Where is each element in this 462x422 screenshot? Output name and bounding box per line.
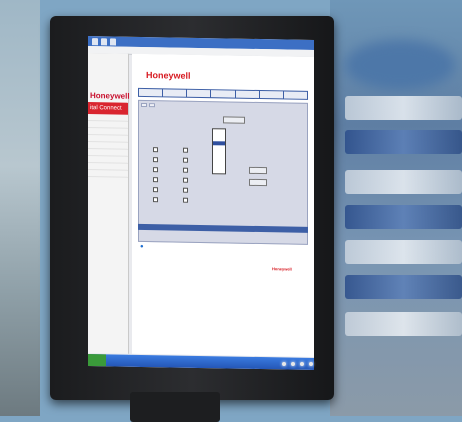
checkbox-row[interactable] [183, 177, 190, 183]
panel-button[interactable] [249, 166, 267, 175]
checkbox-row[interactable] [183, 187, 190, 193]
sidebar-item[interactable] [88, 170, 128, 178]
monitor-buttons [282, 362, 313, 366]
nav-tab[interactable] [235, 90, 259, 99]
nav-tab[interactable] [187, 89, 211, 98]
shelf-item [345, 130, 462, 154]
checkbox-row[interactable] [183, 147, 190, 153]
browser-tab[interactable] [92, 37, 98, 45]
checkbox[interactable] [183, 197, 188, 203]
dropdown-list[interactable] [212, 128, 226, 175]
monitor-stand [130, 392, 220, 422]
taskbar [88, 354, 314, 370]
shelf-item [345, 170, 462, 194]
app-sidebar: Honeywell ital Connect [88, 53, 130, 354]
footer-logo: Honeywell [272, 266, 292, 272]
monitor-button[interactable] [291, 362, 295, 366]
checkbox-row[interactable] [153, 187, 160, 193]
nav-tab[interactable] [211, 90, 235, 98]
checkbox-row[interactable] [183, 157, 190, 163]
monitor: Honeywell ital Connect Honeywell ● Honey… [50, 16, 334, 400]
browser-icon: ● [140, 243, 144, 250]
checkbox[interactable] [183, 147, 188, 153]
screen: Honeywell ital Connect Honeywell ● Honey… [88, 36, 314, 370]
shelf-item [345, 96, 462, 120]
sub-tab[interactable] [141, 102, 147, 108]
checkbox[interactable] [183, 177, 188, 183]
checkbox[interactable] [153, 197, 158, 203]
checkbox[interactable] [183, 157, 188, 163]
checkbox-row[interactable] [153, 147, 160, 153]
sidebar-banner: ital Connect [88, 102, 128, 115]
blurred-object [345, 40, 455, 90]
checkbox-row[interactable] [183, 197, 190, 203]
panel-button[interactable] [249, 178, 267, 187]
monitor-button[interactable] [300, 362, 304, 366]
page-logo: Honeywell [146, 70, 191, 81]
sub-tabs [139, 101, 307, 112]
main-page: Honeywell ● Honeywell [132, 53, 314, 357]
panel-button[interactable] [223, 116, 245, 124]
sidebar-logo: Honeywell [90, 91, 130, 101]
checkbox-row[interactable] [153, 167, 160, 173]
checkbox-row[interactable] [153, 157, 160, 163]
background-left [0, 0, 40, 416]
checkbox[interactable] [153, 157, 158, 163]
dropdown-option[interactable] [213, 157, 225, 161]
shelf-item [345, 205, 462, 229]
browser-tab[interactable] [110, 37, 116, 46]
page-navbar [138, 87, 308, 100]
checkbox[interactable] [153, 177, 158, 183]
settings-panel [138, 99, 308, 245]
checkbox-row[interactable] [183, 167, 190, 173]
nav-tab[interactable] [139, 88, 163, 97]
shelf-item [345, 240, 462, 264]
checkbox[interactable] [183, 167, 188, 173]
checkbox[interactable] [153, 187, 158, 193]
checkbox-row[interactable] [153, 197, 160, 203]
monitor-button[interactable] [282, 362, 286, 366]
shelf-item [345, 312, 462, 336]
browser-tab[interactable] [101, 37, 107, 45]
nav-tab[interactable] [259, 91, 283, 99]
nav-tab[interactable] [163, 89, 187, 97]
checkbox[interactable] [153, 167, 158, 173]
start-button[interactable] [88, 354, 106, 367]
sub-tab[interactable] [149, 103, 155, 108]
shelf-item [345, 275, 462, 299]
monitor-button[interactable] [309, 362, 313, 366]
checkbox[interactable] [183, 187, 188, 193]
checkbox-row[interactable] [153, 177, 160, 183]
checkbox[interactable] [153, 147, 158, 153]
nav-tab[interactable] [283, 91, 307, 99]
